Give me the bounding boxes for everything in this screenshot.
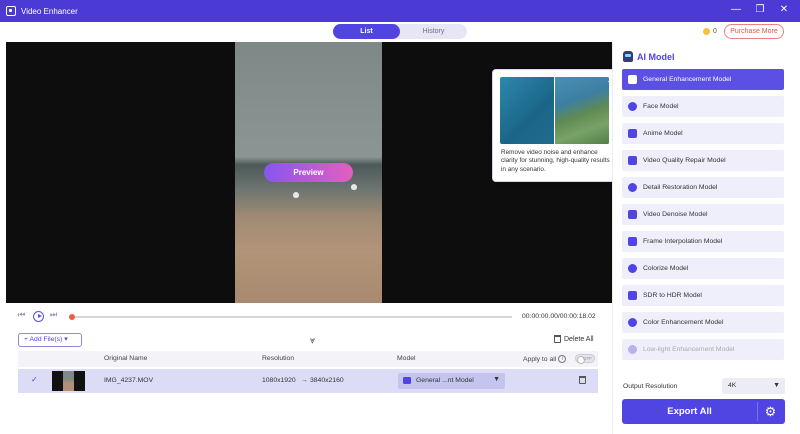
face-icon bbox=[628, 102, 637, 111]
gear-icon[interactable]: ⚙ bbox=[763, 404, 778, 419]
plus-icon: + bbox=[24, 336, 28, 343]
apply-to-all-toggle[interactable]: OFF bbox=[575, 354, 595, 364]
model-sdr-to-hdr[interactable]: SDR to HDR Model bbox=[622, 285, 784, 306]
table-header: Original Name Resolution Model Apply to … bbox=[18, 351, 598, 367]
model-tooltip: Remove video noise and enhance clarity f… bbox=[492, 69, 615, 182]
window-controls: — ❐ ✕ bbox=[730, 4, 790, 16]
file-name: IMG_4237.MOV bbox=[104, 377, 154, 384]
coin-icon bbox=[703, 28, 710, 35]
add-files-button[interactable]: + Add File(s) ▾ bbox=[18, 333, 82, 347]
table-row[interactable]: ✓ IMG_4237.MOV 1080x1920 → 3840x2160 Gen… bbox=[18, 369, 598, 393]
tab-history[interactable]: History bbox=[400, 24, 467, 39]
moon-icon bbox=[628, 345, 637, 354]
model-select[interactable]: General ...nt Model ▼ bbox=[398, 373, 505, 389]
model-general-enhancement[interactable]: General Enhancement Model bbox=[622, 69, 784, 90]
model-select-value: General ...nt Model bbox=[416, 377, 474, 384]
header-resolution: Resolution bbox=[262, 355, 295, 362]
skip-back-icon[interactable]: ⏮ bbox=[18, 310, 25, 320]
app-icon bbox=[6, 6, 16, 16]
seagull-image bbox=[351, 184, 357, 190]
header-apply-to-all: Apply to all i bbox=[523, 355, 567, 363]
skip-forward-icon[interactable]: ⏭ bbox=[50, 310, 57, 320]
model-anime[interactable]: Anime Model bbox=[622, 123, 784, 144]
before-after-image bbox=[500, 77, 609, 144]
enhance-icon bbox=[628, 75, 637, 84]
export-all-label: Export All bbox=[667, 406, 712, 417]
trash-icon bbox=[554, 335, 561, 343]
purchase-more-button[interactable]: Purchase More bbox=[724, 24, 784, 39]
seagull-image bbox=[293, 192, 299, 198]
model-frame-interpolation[interactable]: Frame Interpolation Model bbox=[622, 231, 784, 252]
panel-title: AI Model bbox=[623, 51, 675, 62]
model-detail-restoration[interactable]: Detail Restoration Model bbox=[622, 177, 784, 198]
anime-icon bbox=[628, 129, 637, 138]
model-icon bbox=[403, 377, 411, 384]
playback-bar: ⏮ ⏭ 00:00:00.00/00:00:18.02 bbox=[0, 303, 612, 331]
output-resolution-value: 4K bbox=[728, 382, 737, 389]
title-bar: Video Enhancer — ❐ ✕ bbox=[0, 0, 800, 22]
coin-balance: 0 bbox=[703, 28, 717, 35]
tab-list[interactable]: List bbox=[333, 24, 400, 39]
export-all-button[interactable]: Export All ⚙ bbox=[622, 399, 785, 424]
caret-down-icon: ▼ bbox=[493, 376, 500, 383]
toggle-state: OFF bbox=[583, 356, 592, 361]
collapse-chevron-icon[interactable]: ⩔ bbox=[310, 335, 315, 346]
progress-track[interactable] bbox=[72, 316, 512, 318]
target-resolution: 3840x2160 bbox=[310, 377, 344, 384]
tooltip-description: Remove video noise and enhance clarity f… bbox=[501, 149, 610, 173]
video-thumbnail bbox=[52, 371, 85, 391]
preview-button[interactable]: Preview bbox=[264, 163, 353, 182]
model-color-enhancement[interactable]: Color Enhancement Model bbox=[622, 312, 784, 333]
view-tabs: List History bbox=[333, 24, 467, 39]
delete-all-button[interactable]: Delete All bbox=[554, 335, 594, 343]
header-original-name: Original Name bbox=[104, 355, 148, 362]
output-resolution-label: Output Resolution bbox=[623, 383, 678, 390]
hdr-icon bbox=[628, 291, 637, 300]
restore-icon bbox=[628, 183, 637, 192]
play-button[interactable] bbox=[33, 311, 44, 322]
repair-icon bbox=[628, 156, 637, 165]
chevron-down-icon: ▾ bbox=[64, 336, 68, 343]
interpolation-icon bbox=[628, 237, 637, 246]
arrow-icon: → bbox=[301, 377, 308, 384]
minimize-icon[interactable]: — bbox=[730, 4, 742, 16]
timecode: 00:00:00.00/00:00:18.02 bbox=[522, 313, 596, 320]
close-icon[interactable]: ✕ bbox=[778, 4, 790, 16]
model-video-denoise[interactable]: Video Denoise Model bbox=[622, 204, 784, 225]
maximize-icon[interactable]: ❐ bbox=[754, 4, 766, 16]
palette-icon bbox=[628, 318, 637, 327]
header-model: Model bbox=[397, 355, 416, 362]
add-files-label: Add File(s) bbox=[29, 336, 63, 343]
caret-down-icon: ▼ bbox=[773, 382, 780, 389]
model-low-light-enhancement[interactable]: Low-light Enhancement Model bbox=[622, 339, 784, 360]
robot-icon bbox=[623, 51, 633, 62]
source-resolution: 1080x1920 bbox=[262, 377, 296, 384]
output-resolution-select[interactable]: 4K ▼ bbox=[722, 378, 785, 394]
colorize-icon bbox=[628, 264, 637, 273]
denoise-icon bbox=[628, 210, 637, 219]
model-colorize[interactable]: Colorize Model bbox=[622, 258, 784, 279]
model-video-quality-repair[interactable]: Video Quality Repair Model bbox=[622, 150, 784, 171]
progress-knob[interactable] bbox=[69, 314, 75, 320]
checkmark-icon[interactable]: ✓ bbox=[31, 375, 38, 384]
info-icon[interactable]: i bbox=[558, 355, 567, 363]
ai-model-panel: AI Model General Enhancement Model Face … bbox=[612, 42, 800, 434]
row-trash-icon[interactable] bbox=[579, 376, 586, 384]
coin-count: 0 bbox=[713, 28, 717, 35]
model-face[interactable]: Face Model bbox=[622, 96, 784, 117]
delete-all-label: Delete All bbox=[564, 335, 594, 343]
window-title: Video Enhancer bbox=[21, 6, 78, 16]
